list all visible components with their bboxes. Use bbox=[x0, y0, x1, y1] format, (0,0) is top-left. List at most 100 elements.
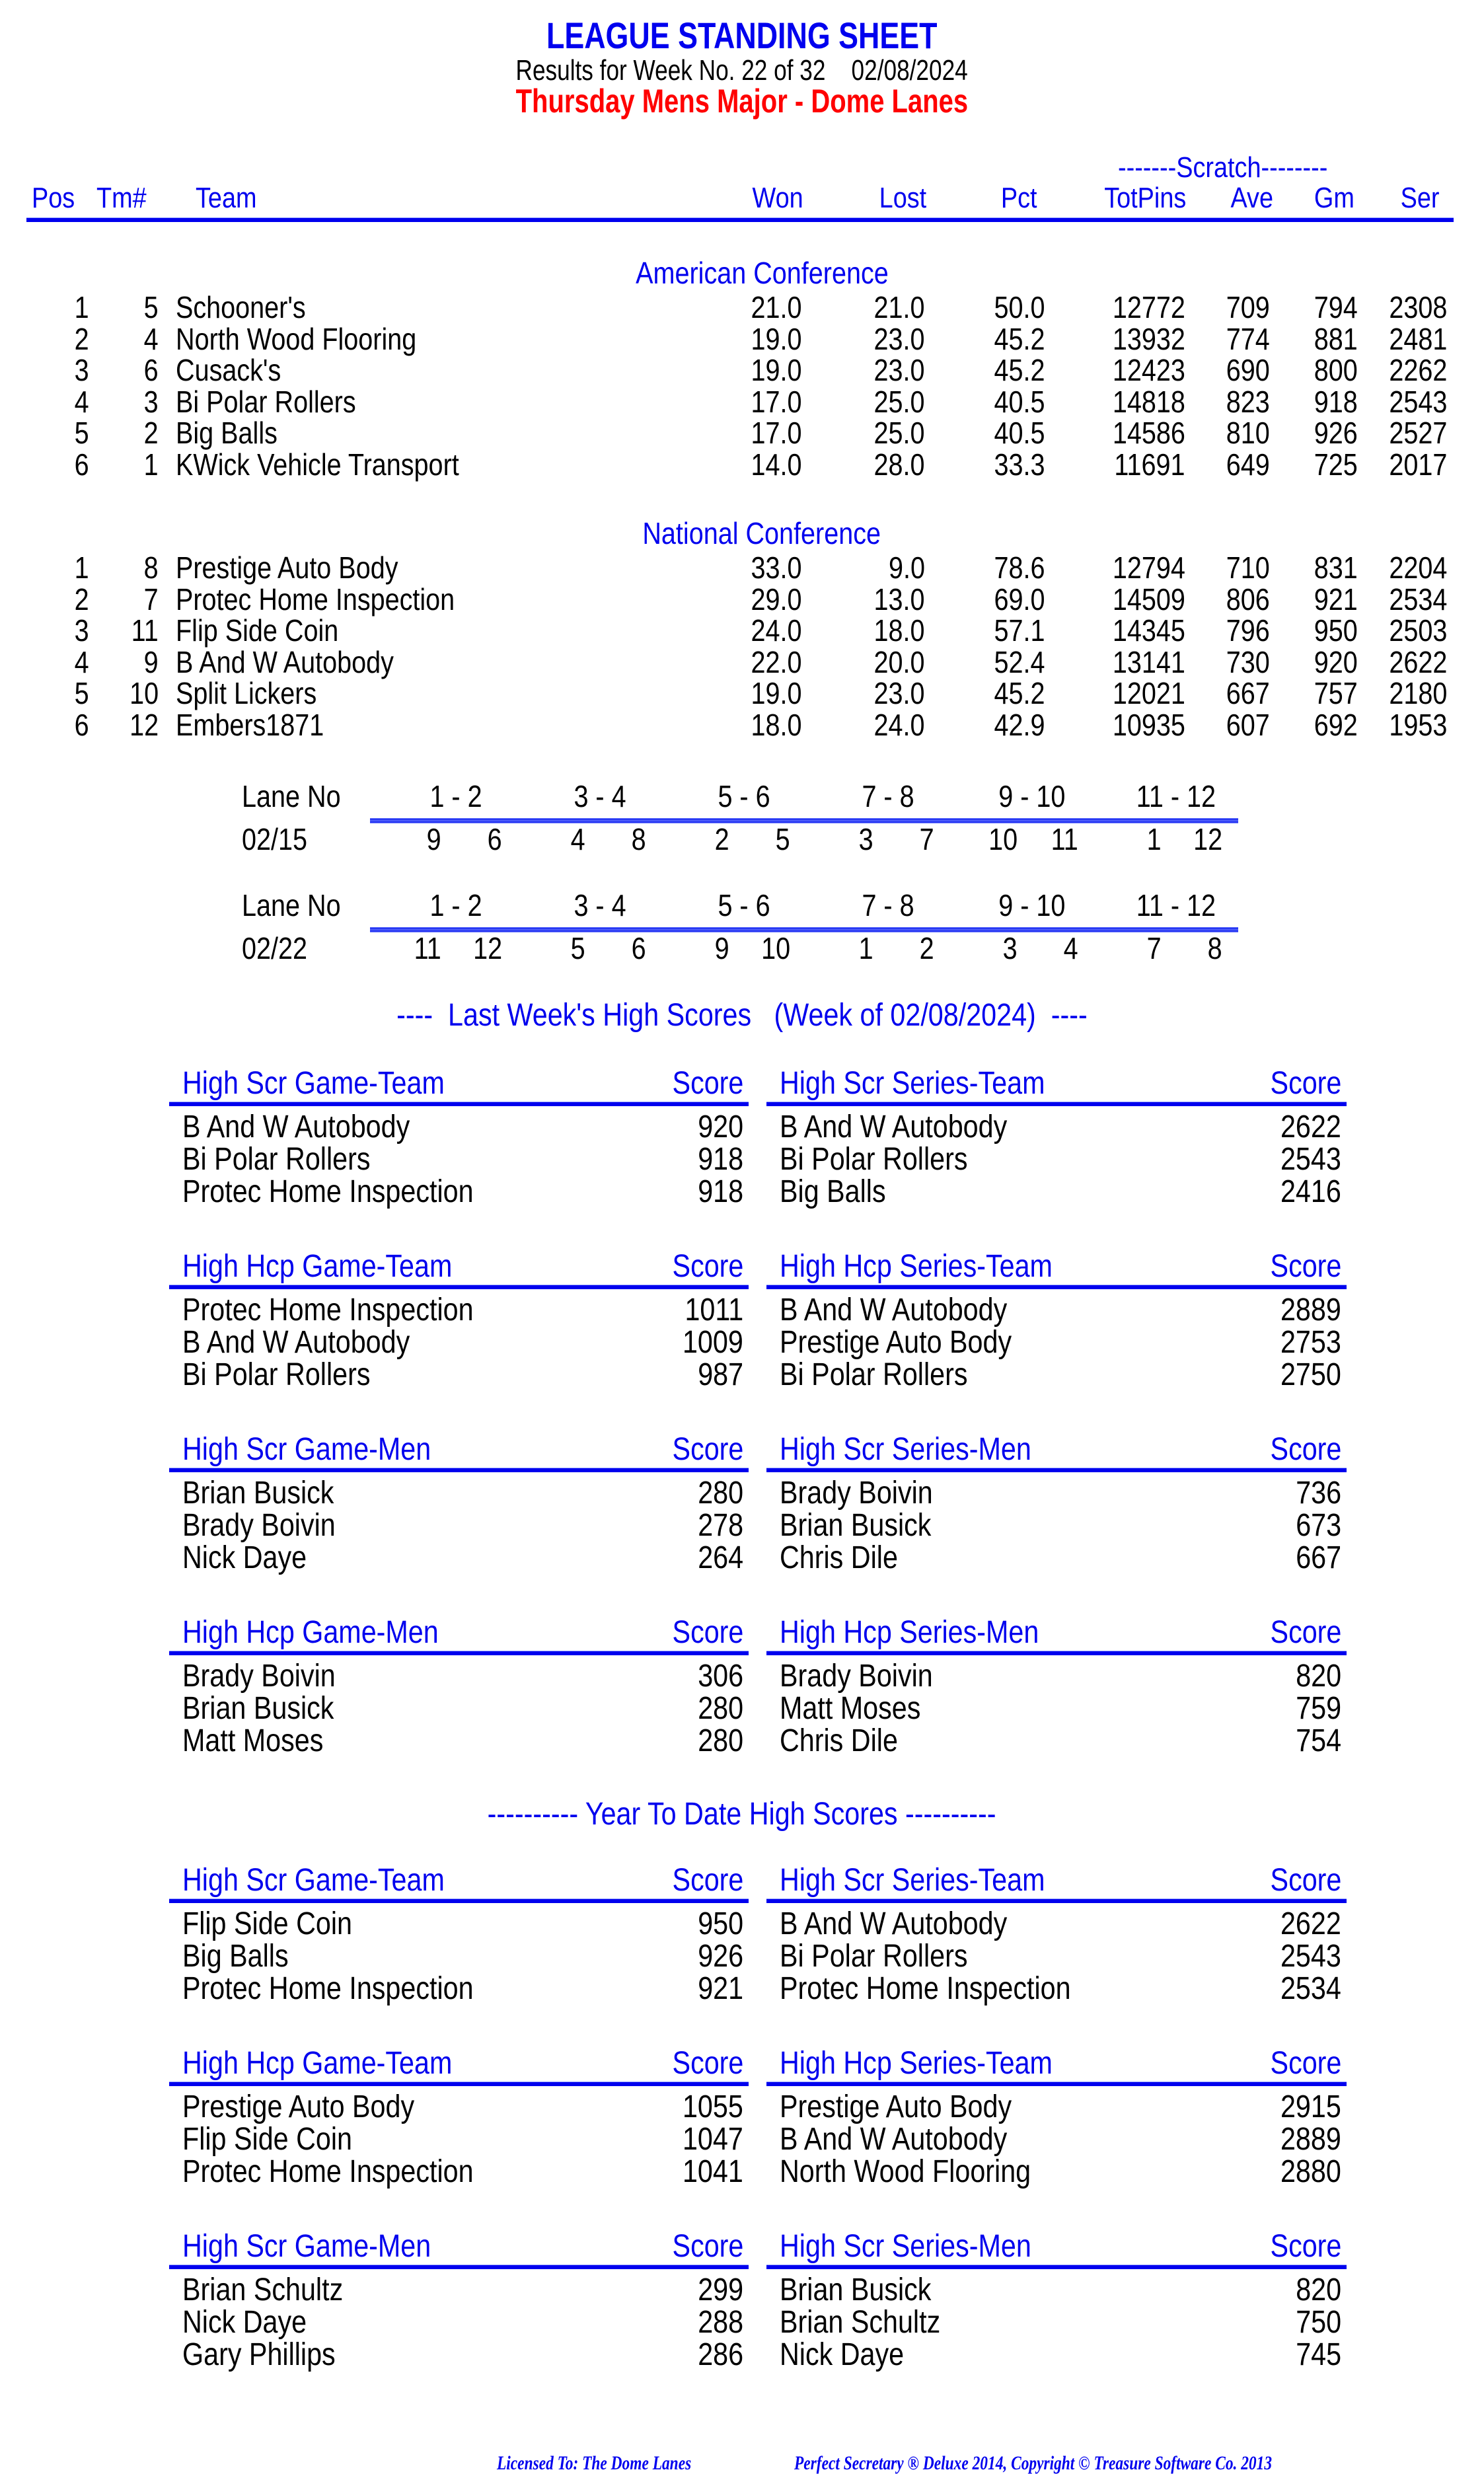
column-header-won: Won bbox=[744, 184, 803, 213]
score-column-label-text: Score bbox=[1270, 1863, 1341, 1898]
high-score-category-text: High Scr Series-Men bbox=[780, 1432, 1031, 1467]
pos-cell-text: 5 bbox=[74, 676, 89, 710]
lane-pair-label: 7 - 8 bbox=[829, 781, 947, 811]
high-score-value-text: 667 bbox=[1296, 1540, 1341, 1575]
lane-pair-label: 9 - 10 bbox=[973, 781, 1092, 811]
last-week-title: ---- Last Week's High Scores (Week of 02… bbox=[396, 998, 1088, 1033]
high-score-category: High Hcp Game-Men bbox=[182, 1617, 480, 1649]
high-score-value-text: 288 bbox=[698, 2305, 743, 2340]
totpins-cell: 14586 bbox=[1101, 418, 1185, 448]
team-number-cell-text: 11 bbox=[131, 613, 159, 648]
high-score-category: High Scr Game-Team bbox=[182, 1865, 487, 1896]
high-score-rule bbox=[766, 1651, 1347, 1655]
totpins-cell-text: 11691 bbox=[1114, 447, 1185, 482]
team-name-cell: KWick Vehicle Transport bbox=[176, 449, 505, 480]
high-score-name: Protec Home Inspection bbox=[182, 1294, 521, 1326]
high-score-name-text: Bi Polar Rollers bbox=[182, 1357, 371, 1392]
high-score-value: 673 bbox=[1288, 1510, 1341, 1542]
ser-cell: 2622 bbox=[1380, 647, 1447, 677]
lane-no-label-text: Lane No bbox=[242, 779, 341, 813]
lane-team-a-text: 5 bbox=[570, 931, 585, 965]
high-score-category: High Scr Series-Men bbox=[780, 2231, 1072, 2263]
ave-cell-text: 796 bbox=[1226, 613, 1270, 648]
gm-cell-text: 800 bbox=[1314, 353, 1358, 387]
lane-team-a-text: 3 bbox=[858, 822, 873, 856]
pct-cell-text: 40.5 bbox=[994, 416, 1045, 450]
license-text: Licensed To: The Dome Lanes bbox=[497, 2452, 692, 2474]
high-score-value-text: 745 bbox=[1296, 2337, 1341, 2372]
won-cell: 19.0 bbox=[743, 324, 802, 354]
page-title: LEAGUE STANDING SHEET bbox=[546, 15, 938, 56]
high-score-name-text: Protec Home Inspection bbox=[182, 1293, 474, 1328]
high-score-rule bbox=[169, 1285, 749, 1289]
ser-cell-text: 2262 bbox=[1388, 353, 1447, 387]
high-score-name: Brian Busick bbox=[182, 1693, 359, 1725]
high-score-value: 2622 bbox=[1271, 1908, 1341, 1940]
pct-cell: 40.5 bbox=[986, 387, 1045, 417]
gm-cell-text: 926 bbox=[1314, 416, 1358, 450]
high-score-value: 754 bbox=[1288, 1725, 1341, 1757]
lane-pair-label-text: 7 - 8 bbox=[862, 779, 914, 813]
lane-team-b-text: 7 bbox=[919, 822, 934, 856]
lane-pair-label: 9 - 10 bbox=[973, 890, 1092, 920]
lane-team-b-text: 8 bbox=[631, 822, 646, 856]
totpins-cell: 14345 bbox=[1101, 615, 1185, 646]
high-score-name-text: Protec Home Inspection bbox=[780, 1971, 1071, 2006]
ser-cell: 2262 bbox=[1380, 355, 1447, 385]
high-score-category-text: High Hcp Game-Team bbox=[182, 1249, 453, 1284]
high-score-name: Brian Busick bbox=[182, 1478, 359, 1509]
lane-pair-label-text: 5 - 6 bbox=[718, 888, 770, 922]
high-score-category: High Scr Series-Team bbox=[780, 1865, 1088, 1896]
high-score-name-text: B And W Autobody bbox=[780, 1109, 1008, 1144]
high-score-name-text: B And W Autobody bbox=[780, 1293, 1008, 1328]
lost-cell-text: 28.0 bbox=[874, 447, 925, 482]
ave-cell-text: 690 bbox=[1226, 353, 1270, 387]
high-score-value: 278 bbox=[690, 1510, 743, 1542]
week-subtitle: Results for Week No. 22 of 32 02/08/2024 bbox=[515, 54, 969, 87]
lane-pair-label: 11 - 12 bbox=[1117, 781, 1236, 811]
pos-cell: 2 bbox=[72, 584, 89, 615]
high-score-value: 2750 bbox=[1271, 1359, 1341, 1391]
high-score-value-text: 2753 bbox=[1280, 1325, 1341, 1360]
high-score-rule bbox=[766, 1285, 1347, 1289]
lane-team-b-text: 8 bbox=[1207, 931, 1222, 965]
team-number-cell: 12 bbox=[125, 710, 159, 740]
won-cell: 18.0 bbox=[743, 710, 802, 740]
high-score-value: 750 bbox=[1288, 2307, 1341, 2339]
pct-cell: 52.4 bbox=[986, 647, 1045, 677]
high-score-value-text: 280 bbox=[698, 1723, 743, 1758]
high-score-value: 288 bbox=[690, 2307, 743, 2339]
lane-team-a: 9 bbox=[424, 824, 441, 854]
gm-cell-text: 921 bbox=[1314, 581, 1358, 617]
lane-team-b-text: 6 bbox=[631, 931, 646, 965]
high-score-name-text: Chris Dile bbox=[780, 1540, 898, 1575]
high-score-value-text: 278 bbox=[698, 1508, 743, 1543]
won-cell-text: 18.0 bbox=[751, 707, 802, 742]
team-number-cell-text: 6 bbox=[143, 353, 159, 387]
high-score-name: Brian Schultz bbox=[780, 2307, 967, 2339]
high-score-category: High Hcp Series-Team bbox=[780, 1251, 1097, 1283]
high-score-name-text: B And W Autobody bbox=[780, 2122, 1008, 2157]
high-score-value-text: 2889 bbox=[1280, 2122, 1341, 2157]
lost-cell: 28.0 bbox=[866, 449, 925, 480]
team-number-cell: 7 bbox=[141, 584, 159, 615]
pct-cell: 40.5 bbox=[986, 418, 1045, 448]
lane-pair-label: 5 - 6 bbox=[685, 781, 803, 811]
high-score-name-text: Brian Schultz bbox=[182, 2272, 344, 2307]
pos-cell-text: 4 bbox=[74, 644, 89, 679]
lane-team-b-text: 6 bbox=[487, 822, 502, 856]
high-score-category-text: High Scr Series-Team bbox=[780, 1863, 1045, 1898]
team-number-cell: 10 bbox=[125, 678, 159, 708]
high-score-value-text: 2543 bbox=[1280, 1939, 1341, 1974]
high-score-name: Bi Polar Rollers bbox=[182, 1144, 401, 1176]
won-cell-text: 22.0 bbox=[751, 644, 802, 679]
column-header-totpins: TotPins bbox=[1091, 184, 1186, 213]
high-score-value-text: 1047 bbox=[683, 2122, 743, 2157]
score-column-label-text: Score bbox=[672, 1249, 743, 1284]
team-name-cell-text: Split Lickers bbox=[176, 676, 317, 710]
pos-cell-text: 2 bbox=[74, 321, 89, 356]
ave-cell-text: 607 bbox=[1226, 707, 1270, 742]
high-score-rule bbox=[169, 1102, 749, 1106]
high-score-value: 2889 bbox=[1271, 2124, 1341, 2155]
high-score-category-text: High Hcp Game-Men bbox=[182, 1615, 439, 1650]
